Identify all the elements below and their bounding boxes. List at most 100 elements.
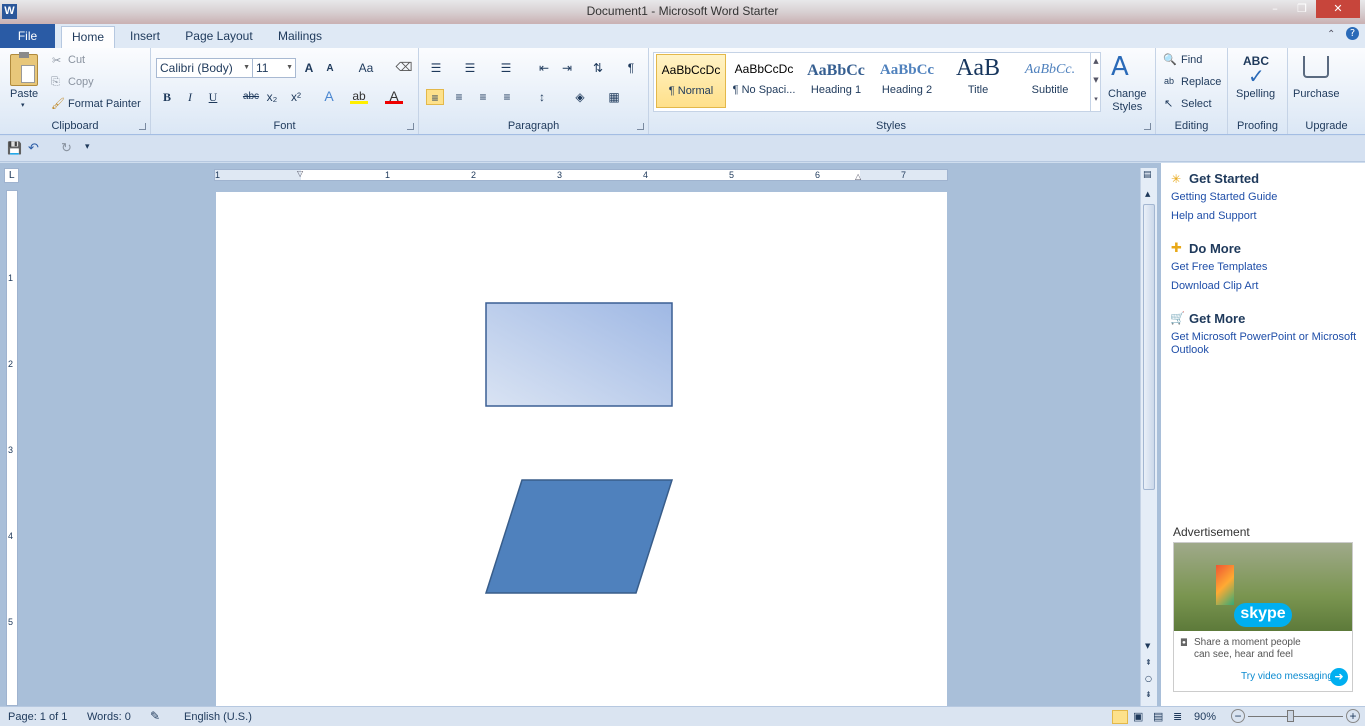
- language-status[interactable]: English (U.S.): [184, 711, 252, 723]
- tab-insert[interactable]: Insert: [122, 26, 168, 48]
- document-page[interactable]: [216, 192, 947, 706]
- scroll-thumb[interactable]: [1143, 204, 1155, 490]
- multilevel-list-icon[interactable]: ☰: [497, 60, 515, 76]
- subscript-button[interactable]: x₂: [263, 89, 281, 105]
- help-icon[interactable]: ?: [1346, 27, 1359, 40]
- tab-mailings[interactable]: Mailings: [270, 26, 330, 48]
- styles-scroll[interactable]: ▲ ▼ ▾: [1090, 52, 1101, 112]
- vertical-scrollbar[interactable]: ▤ ▲ ▼ ⇞ ○ ⇟: [1140, 168, 1157, 706]
- shading-icon[interactable]: ◈: [571, 89, 589, 105]
- justify-icon[interactable]: ≡: [498, 89, 516, 105]
- highlight-icon[interactable]: ab: [350, 88, 368, 104]
- underline-button[interactable]: U: [204, 89, 222, 105]
- right-indent-icon[interactable]: △: [855, 172, 861, 181]
- font-size-combo[interactable]: 11 ▼: [252, 58, 296, 78]
- strikethrough-button[interactable]: abc: [240, 89, 262, 105]
- word-count[interactable]: Words: 0: [87, 711, 131, 723]
- purchase-cart-icon[interactable]: [1303, 56, 1329, 78]
- paste-icon[interactable]: [10, 52, 38, 86]
- undo-icon[interactable]: ↶: [28, 140, 39, 156]
- style-title[interactable]: AaB Title: [943, 54, 1013, 108]
- zoom-in-button[interactable]: +: [1346, 709, 1360, 723]
- bullets-icon[interactable]: ☰: [427, 60, 445, 76]
- style-normal[interactable]: AaBbCcDc ¶ Normal: [656, 54, 726, 108]
- next-page-icon[interactable]: ⇟: [1145, 690, 1152, 699]
- clip-art-link[interactable]: Download Clip Art: [1171, 280, 1361, 292]
- zoom-slider-thumb[interactable]: [1287, 710, 1294, 722]
- help-support-link[interactable]: Help and Support: [1171, 210, 1361, 222]
- parallelogram-shape[interactable]: [484, 479, 674, 594]
- first-line-indent-icon[interactable]: ▽: [297, 169, 303, 178]
- style-subtitle[interactable]: AaBbCc. Subtitle: [1015, 54, 1085, 108]
- numbering-icon[interactable]: ☰: [461, 60, 479, 76]
- collapse-ribbon-icon[interactable]: ⌃: [1327, 29, 1335, 40]
- borders-icon[interactable]: ▦: [605, 89, 623, 105]
- decrease-indent-icon[interactable]: ⇤: [535, 60, 553, 76]
- purchase-button[interactable]: Purchase: [1293, 88, 1339, 100]
- clipboard-launcher-icon[interactable]: [139, 123, 146, 130]
- arrow-right-icon[interactable]: ➜: [1330, 668, 1348, 686]
- superscript-button[interactable]: x²: [287, 89, 305, 105]
- rectangle-shape[interactable]: [485, 302, 673, 407]
- getting-started-guide-link[interactable]: Getting Started Guide: [1171, 191, 1361, 203]
- change-styles-icon[interactable]: A: [1111, 52, 1129, 82]
- tab-page-layout[interactable]: Page Layout: [180, 26, 258, 48]
- minimize-button[interactable]: –: [1262, 0, 1288, 18]
- clear-formatting-icon[interactable]: ⌫: [395, 59, 413, 75]
- print-layout-icon[interactable]: [1112, 710, 1128, 724]
- italic-button[interactable]: I: [181, 89, 199, 105]
- align-right-icon[interactable]: ≡: [474, 89, 492, 105]
- copy-button[interactable]: Copy: [68, 76, 94, 88]
- grow-font-button[interactable]: A: [300, 60, 318, 76]
- change-styles-button[interactable]: Change Styles: [1108, 88, 1147, 114]
- ruler-toggle-icon[interactable]: ▤: [1143, 170, 1152, 180]
- zoom-slider-track[interactable]: [1248, 716, 1343, 717]
- spelling-button[interactable]: Spelling: [1236, 88, 1275, 100]
- shrink-font-button[interactable]: A: [321, 61, 339, 77]
- format-painter-button[interactable]: Format Painter: [68, 98, 141, 110]
- maximize-button[interactable]: ❐: [1289, 0, 1315, 18]
- align-center-icon[interactable]: ≡: [450, 89, 468, 105]
- scroll-down-icon[interactable]: ▼: [1145, 642, 1150, 650]
- change-case-button[interactable]: Aa: [354, 60, 378, 76]
- increase-indent-icon[interactable]: ⇥: [558, 60, 576, 76]
- tab-home[interactable]: Home: [61, 26, 115, 48]
- font-name-combo[interactable]: Calibri (Body) ▼: [156, 58, 253, 78]
- style-heading-2[interactable]: AaBbCc Heading 2: [872, 54, 942, 108]
- browse-object-icon[interactable]: ○: [1145, 674, 1152, 683]
- font-launcher-icon[interactable]: [407, 123, 414, 130]
- get-powerpoint-link[interactable]: Get Microsoft PowerPoint or Microsoft Ou…: [1171, 331, 1361, 357]
- replace-button[interactable]: Replace: [1181, 76, 1221, 88]
- tab-file[interactable]: File: [0, 24, 55, 48]
- align-left-icon[interactable]: ≡: [426, 89, 444, 105]
- find-button[interactable]: Find: [1181, 54, 1202, 66]
- style-no-spacing[interactable]: AaBbCcDc ¶ No Spaci...: [729, 54, 799, 108]
- text-effects-icon[interactable]: A: [320, 88, 338, 104]
- vertical-ruler[interactable]: 1 2 3 4 5: [6, 190, 18, 706]
- proofing-status-icon[interactable]: ✎: [150, 709, 160, 723]
- paragraph-launcher-icon[interactable]: [637, 123, 644, 130]
- zoom-out-button[interactable]: −: [1231, 709, 1245, 723]
- cut-button[interactable]: Cut: [68, 54, 85, 66]
- ad-link[interactable]: Try video messaging: [1241, 671, 1333, 682]
- scroll-up-icon[interactable]: ▲: [1145, 190, 1150, 198]
- style-heading-1[interactable]: AaBbCc Heading 1: [801, 54, 871, 108]
- close-button[interactable]: ✕: [1316, 0, 1360, 18]
- previous-page-icon[interactable]: ⇞: [1145, 658, 1152, 667]
- styles-launcher-icon[interactable]: [1144, 123, 1151, 130]
- paste-button[interactable]: Paste: [10, 88, 38, 100]
- free-templates-link[interactable]: Get Free Templates: [1171, 261, 1361, 273]
- draft-icon[interactable]: ≣: [1173, 710, 1182, 723]
- save-icon[interactable]: 💾: [7, 141, 22, 155]
- customize-qat-icon[interactable]: ▾: [85, 141, 90, 152]
- skype-ad[interactable]: skype ◘ Share a moment people can see, h…: [1173, 542, 1353, 692]
- bold-button[interactable]: B: [158, 89, 176, 105]
- tab-selector-icon[interactable]: L: [4, 168, 19, 183]
- line-spacing-icon[interactable]: ↕: [533, 89, 551, 105]
- horizontal-ruler[interactable]: 1 1 2 3 4 5 6 7 ▽ △: [214, 169, 948, 181]
- page-count[interactable]: Page: 1 of 1: [8, 711, 67, 723]
- sort-icon[interactable]: ⇅: [589, 60, 607, 76]
- zoom-level[interactable]: 90%: [1194, 711, 1216, 723]
- select-button[interactable]: Select: [1181, 98, 1212, 110]
- full-screen-icon[interactable]: ▣: [1133, 710, 1143, 723]
